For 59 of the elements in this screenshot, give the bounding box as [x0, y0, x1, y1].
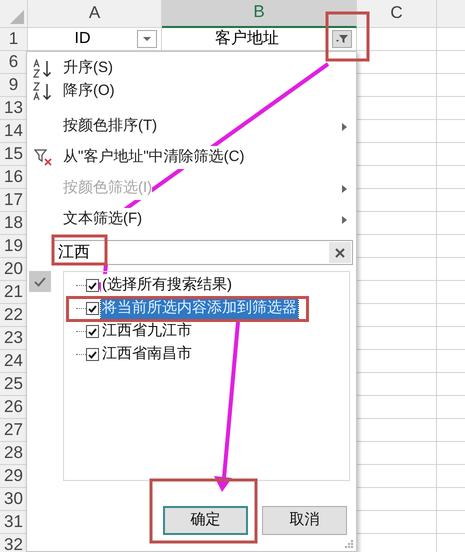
dropdown-arrow-icon [143, 37, 151, 41]
row-header[interactable]: 14 [0, 120, 28, 143]
row-header[interactable]: 30 [0, 488, 28, 511]
checkbox[interactable] [86, 279, 99, 292]
submenu-arrow-icon [342, 216, 346, 224]
row-header[interactable]: 1 [0, 28, 28, 51]
dialog-button[interactable]: 取消 [262, 506, 347, 535]
cell-text: 客户地址 [214, 28, 280, 49]
dialog-button[interactable]: 确定 [163, 506, 248, 535]
cell-text: ID [74, 29, 92, 49]
row-header[interactable]: 15 [0, 143, 28, 166]
row-header[interactable]: 32 [0, 534, 28, 552]
row-header[interactable]: 22 [0, 304, 28, 327]
row-header[interactable]: 28 [0, 442, 28, 465]
row-header[interactable]: 25 [0, 373, 28, 396]
filter-dropdown-button[interactable] [137, 30, 157, 48]
list-item[interactable]: (选择所有搜索结果) [101, 274, 233, 297]
submenu-arrow-icon [342, 122, 346, 130]
column-header[interactable] [437, 0, 465, 28]
checkbox[interactable] [86, 302, 99, 315]
row-header[interactable]: 9 [0, 74, 28, 97]
menu-item: 按颜色筛选(I) [63, 177, 152, 200]
filter-icon [336, 34, 348, 44]
column-header[interactable]: C [357, 0, 437, 28]
filter-dropdown-button[interactable] [332, 30, 352, 48]
checkbox[interactable] [86, 325, 99, 338]
row-header[interactable]: 27 [0, 419, 28, 442]
checkmark-icon [29, 271, 51, 292]
grid-cell[interactable] [357, 28, 437, 51]
select-all-corner[interactable] [0, 0, 28, 28]
close-icon [335, 248, 345, 258]
corner-triangle-icon [10, 10, 24, 24]
column-header[interactable]: A [28, 0, 162, 28]
menu-item[interactable]: 文本筛选(F) [63, 208, 142, 231]
clear-search-button[interactable] [329, 242, 351, 263]
row-header[interactable]: 13 [0, 97, 28, 120]
sort-ascending-icon [33, 59, 53, 78]
row-header[interactable]: 18 [0, 212, 28, 235]
row-header[interactable]: 24 [0, 350, 28, 373]
menu-item[interactable]: 从"客户地址"中清除筛选(C) [63, 146, 244, 169]
highlight-frame [52, 234, 108, 266]
row-header[interactable]: 29 [0, 465, 28, 488]
resize-grip-icon [345, 540, 353, 548]
row-header[interactable]: 19 [0, 235, 28, 258]
row-header[interactable]: 16 [0, 166, 28, 189]
row-header[interactable]: 6 [0, 51, 28, 74]
row-header[interactable]: 21 [0, 281, 28, 304]
checkbox[interactable] [86, 348, 99, 361]
clear-filter-icon [34, 149, 52, 166]
submenu-arrow-icon [342, 184, 346, 192]
row-header[interactable]: 23 [0, 327, 28, 350]
row-header[interactable]: 26 [0, 396, 28, 419]
row-header[interactable]: 31 [0, 511, 28, 534]
row-header[interactable]: 20 [0, 258, 28, 281]
sort-descending-icon [33, 82, 53, 101]
highlight-frame [326, 12, 370, 62]
search-field[interactable]: 江西 [53, 240, 353, 265]
column-header[interactable]: B [162, 0, 357, 28]
row-header[interactable]: 17 [0, 189, 28, 212]
